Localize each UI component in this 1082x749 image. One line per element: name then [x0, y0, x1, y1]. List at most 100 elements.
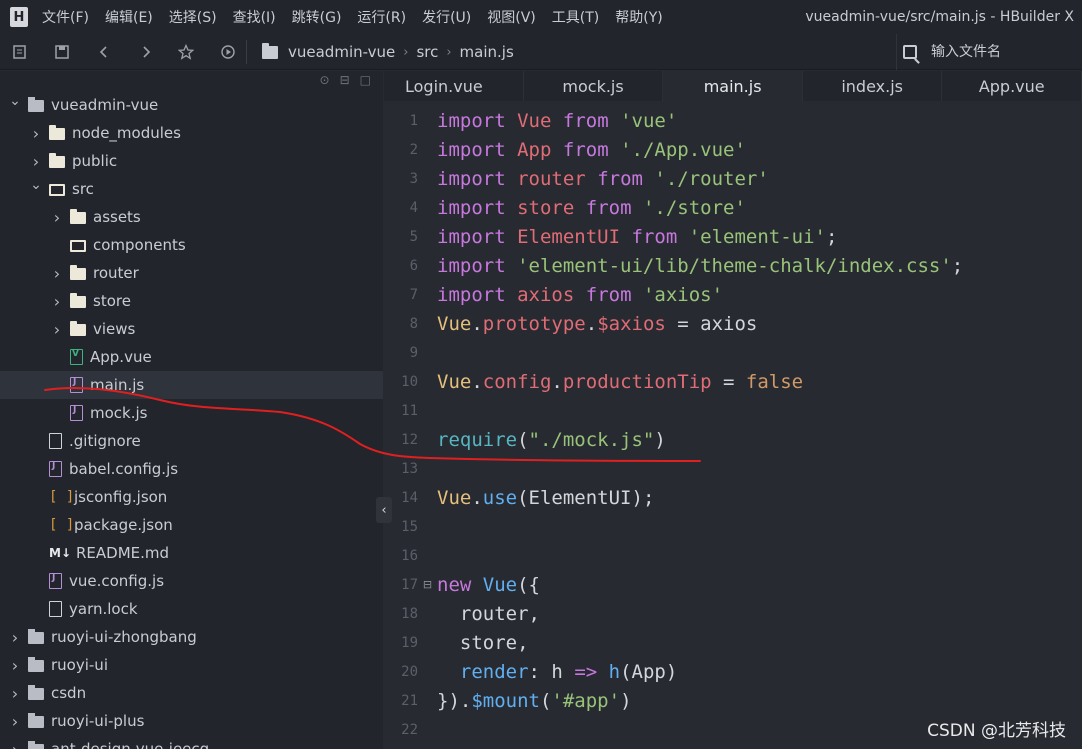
tree-item[interactable]: ›[ ]package.json: [0, 511, 383, 539]
code-line[interactable]: 16: [384, 541, 1082, 570]
chevron-down-icon[interactable]: ⌄: [8, 93, 22, 109]
tree-item[interactable]: ›[ ]jsconfig.json: [0, 483, 383, 511]
menu-find[interactable]: 查找(I): [233, 7, 276, 27]
chevron-right-icon[interactable]: ›: [29, 152, 43, 171]
chevron-down-icon[interactable]: ⌄: [29, 177, 43, 193]
code-line[interactable]: 12 require("./mock.js"): [384, 425, 1082, 454]
menu-goto[interactable]: 跳转(G): [292, 7, 342, 27]
tree-item[interactable]: › public: [0, 147, 383, 175]
menu-tools[interactable]: 工具(T): [552, 7, 599, 27]
tree-item-label: README.md: [76, 544, 170, 562]
code-line[interactable]: 18 router,: [384, 599, 1082, 628]
code-line[interactable]: 13: [384, 454, 1082, 483]
tree-item[interactable]: › csdn: [0, 679, 383, 707]
tree-item[interactable]: ›yarn.lock: [0, 595, 383, 623]
tree-item[interactable]: ›babel.config.js: [0, 455, 383, 483]
code-line[interactable]: 20 render: h => h(App): [384, 657, 1082, 686]
code-token: =: [711, 370, 746, 393]
tree-item[interactable]: ›.gitignore: [0, 427, 383, 455]
chevron-right-icon[interactable]: ›: [8, 712, 22, 731]
code-line[interactable]: 21}).$mount('#app'): [384, 686, 1082, 715]
tree-item[interactable]: › assets: [0, 203, 383, 231]
tree-item[interactable]: › node_modules: [0, 119, 383, 147]
code-editor[interactable]: 1 import Vue from 'vue' 2 import App from '…: [384, 101, 1082, 749]
breadcrumb-item[interactable]: src: [416, 43, 438, 61]
star-icon[interactable]: [176, 42, 196, 62]
breadcrumb-item[interactable]: main.js: [460, 43, 514, 61]
code-line[interactable]: 1 import Vue from 'vue': [384, 106, 1082, 135]
collapse-sidebar-button[interactable]: ‹: [376, 497, 392, 523]
code-text: router,: [437, 603, 540, 625]
code-token: .: [471, 486, 483, 509]
tree-item[interactable]: ⌄ src: [0, 175, 383, 203]
tree-item[interactable]: ›mock.js: [0, 399, 383, 427]
menu-publish[interactable]: 发行(U): [422, 7, 471, 27]
locate-icon[interactable]: ⊙: [320, 73, 330, 87]
tree-item[interactable]: › ruoyi-ui: [0, 651, 383, 679]
tree-item[interactable]: ›components: [0, 231, 383, 259]
code-line[interactable]: 4 import store from './store': [384, 193, 1082, 222]
code-line[interactable]: 8 Vue.prototype.$axios = axios: [384, 309, 1082, 338]
new-file-icon[interactable]: [10, 42, 30, 62]
fold-icon[interactable]: ⊟: [418, 578, 437, 591]
tree-item[interactable]: ⌄ vueadmin-vue: [0, 91, 383, 119]
code-line[interactable]: 3 import router from './router': [384, 164, 1082, 193]
tree-item[interactable]: ›vue.config.js: [0, 567, 383, 595]
tab[interactable]: index.js: [803, 71, 943, 101]
chevron-right-icon[interactable]: ›: [8, 628, 22, 647]
chevron-right-icon[interactable]: ›: [29, 124, 43, 143]
tree-item[interactable]: ›M↓README.md: [0, 539, 383, 567]
back-icon[interactable]: [94, 42, 114, 62]
tree-item[interactable]: › ruoyi-ui-zhongbang: [0, 623, 383, 651]
search-icon: [903, 45, 917, 59]
tree-item[interactable]: › ant-design-vue-jeecg: [0, 735, 383, 749]
code-line[interactable]: 14 Vue.use(ElementUI);: [384, 483, 1082, 512]
code-line[interactable]: 6 import 'element-ui/lib/theme-chalk/inde…: [384, 251, 1082, 280]
tree-item[interactable]: › store: [0, 287, 383, 315]
folder-icon: [70, 293, 86, 308]
tab[interactable]: App.vue: [942, 71, 1082, 101]
tab[interactable]: Login.vue: [384, 71, 524, 101]
chevron-right-icon[interactable]: ›: [8, 656, 22, 675]
chevron-right-icon[interactable]: ›: [50, 264, 64, 283]
breadcrumb-item[interactable]: vueadmin-vue: [288, 43, 395, 61]
tree-item[interactable]: › views: [0, 315, 383, 343]
code-line[interactable]: 7 import axios from 'axios': [384, 280, 1082, 309]
tab[interactable]: mock.js: [524, 71, 664, 101]
tree-item[interactable]: ›main.js: [0, 371, 383, 399]
code-text: import App from './App.vue': [437, 139, 746, 161]
tree-item[interactable]: › ruoyi-ui-plus: [0, 707, 383, 735]
tree-item[interactable]: ›App.vue: [0, 343, 383, 371]
code-line[interactable]: 2 import App from './App.vue': [384, 135, 1082, 164]
tab[interactable]: main.js: [663, 71, 803, 101]
hbuilder-logo-icon: H: [10, 7, 28, 27]
chevron-right-icon[interactable]: ›: [50, 292, 64, 311]
code-line[interactable]: 17 ⊟ new Vue({: [384, 570, 1082, 599]
code-line[interactable]: 15: [384, 512, 1082, 541]
code-line[interactable]: 9: [384, 338, 1082, 367]
chevron-right-icon[interactable]: ›: [8, 740, 22, 749]
chevron-right-icon[interactable]: ›: [50, 208, 64, 227]
menu-help[interactable]: 帮助(Y): [615, 7, 662, 27]
code-line[interactable]: 5 import ElementUI from 'element-ui';: [384, 222, 1082, 251]
tree-item[interactable]: › router: [0, 259, 383, 287]
forward-icon[interactable]: [136, 42, 156, 62]
collapse-all-icon[interactable]: ⊟: [340, 73, 350, 87]
code-line[interactable]: 11: [384, 396, 1082, 425]
menu-file[interactable]: 文件(F): [42, 7, 89, 27]
chevron-right-icon[interactable]: ›: [8, 684, 22, 703]
menu-select[interactable]: 选择(S): [169, 7, 217, 27]
folder-open-icon: [49, 184, 65, 196]
file-search-input[interactable]: [931, 44, 1071, 60]
code-line[interactable]: 19 store,: [384, 628, 1082, 657]
save-icon[interactable]: [52, 42, 72, 62]
run-icon[interactable]: [218, 42, 238, 62]
menu-view[interactable]: 视图(V): [487, 7, 536, 27]
menu-run[interactable]: 运行(R): [357, 7, 406, 27]
chevron-right-icon[interactable]: ›: [50, 320, 64, 339]
file-icon: [49, 433, 62, 449]
menu-edit[interactable]: 编辑(E): [105, 7, 153, 27]
code-line[interactable]: 10 Vue.config.productionTip = false: [384, 367, 1082, 396]
maximize-icon[interactable]: □: [360, 73, 371, 87]
